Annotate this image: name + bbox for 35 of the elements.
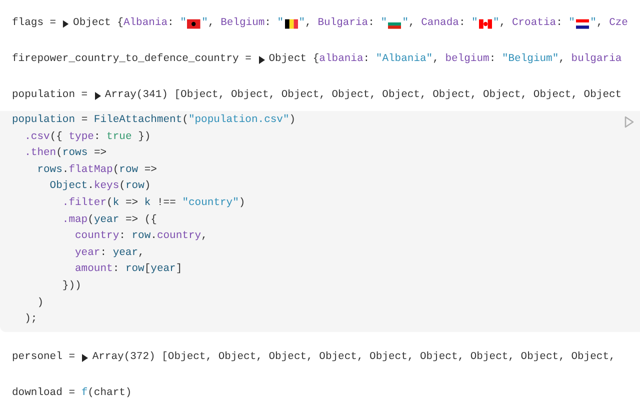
object-preview-text: Array(341) [Object, Object, Object, Object, Object, Object, Object, Object, Object xyxy=(104,88,622,104)
code-line: amount: row[year] xyxy=(74,262,182,278)
object-preview-text: Object {albania: "Albania", belgium: "Belgium", bulgaria xyxy=(268,52,622,68)
variable-name: personel = xyxy=(12,350,76,365)
caret-icon[interactable] xyxy=(258,56,265,64)
flag-icon xyxy=(284,19,298,29)
code-line: })) xyxy=(61,278,82,294)
code-line: .map(year => ({ xyxy=(61,212,157,228)
variable-name: flags = xyxy=(12,16,58,32)
object-preview-text: ", Cze xyxy=(590,16,628,32)
variable-name: firepower_country_to_defence_country = xyxy=(12,52,252,68)
cell-output-text: download = f(chart) xyxy=(12,386,132,400)
object-preview-text: ", Canada: " xyxy=(402,16,478,32)
caret-icon[interactable] xyxy=(94,92,101,100)
object-preview-text: ", Croatia: " xyxy=(493,16,575,32)
code-line: rows.flatMap(row => xyxy=(36,162,157,178)
flag-icon xyxy=(478,19,492,29)
code-line: year: year, xyxy=(74,246,144,261)
code-line: .filter(k => k !== "country") xyxy=(61,196,246,211)
code-line: country: row.country, xyxy=(74,229,208,244)
caret-icon[interactable] xyxy=(62,20,70,28)
object-preview-text: ", Belgium: " xyxy=(202,16,284,32)
code-line: ); xyxy=(24,312,38,328)
code-line: .csv({ type: true }) xyxy=(24,130,151,145)
object-preview-text: Object {Albania: " xyxy=(73,16,186,32)
code-line: ) xyxy=(36,296,44,311)
flag-icon xyxy=(576,19,590,29)
flag-icon xyxy=(187,19,201,29)
object-preview-text: Array(372) [Object, Object, Object, Object, Object, Object, Object, Object, Object, xyxy=(92,350,616,365)
code-line: .then(rows => xyxy=(24,146,107,162)
variable-name: population = xyxy=(12,88,89,104)
caret-icon[interactable] xyxy=(81,354,88,362)
object-preview-text: ", Bulgaria: " xyxy=(298,16,388,32)
code-line: population = FileAttachment("population.csv") xyxy=(12,113,296,128)
code-line: Object.keys(row) xyxy=(48,179,151,194)
